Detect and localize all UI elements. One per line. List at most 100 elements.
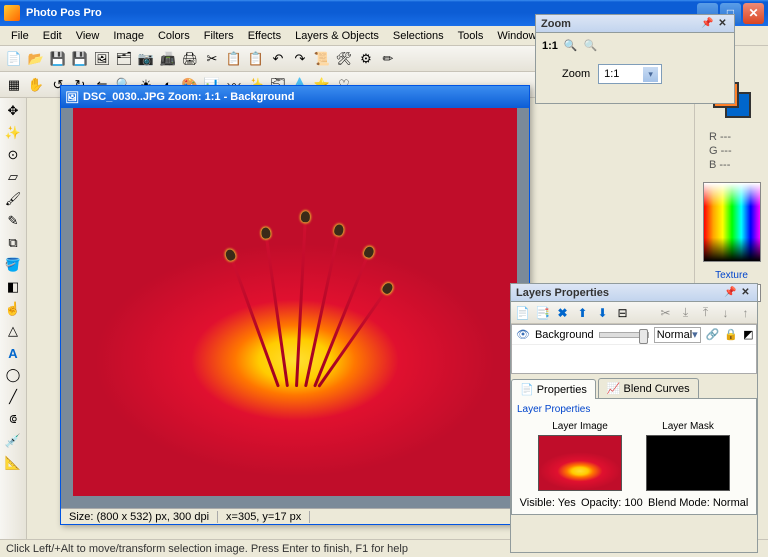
visibility-icon[interactable]: 👁 (516, 328, 530, 341)
grid-icon[interactable]: ▦ (4, 75, 24, 95)
paste-icon[interactable]: 📋 (246, 49, 266, 69)
menu-colors[interactable]: Colors (151, 28, 197, 44)
layer-list[interactable]: 👁 Background Normal▾ 🔗 🔒 ◩ (511, 324, 757, 374)
panel-close-icon[interactable]: ✕ (739, 286, 752, 299)
layers-panel-header[interactable]: Layers Properties 📌 ✕ (511, 284, 757, 302)
print-icon[interactable]: 🖨 (180, 49, 200, 69)
tab-properties[interactable]: 📄Properties (511, 379, 596, 399)
layers-panel: Layers Properties 📌 ✕ 📄 📑 ✖ ⬆ ⬇ ⊟ ✂ ⤓ ⤒ … (510, 283, 758, 553)
layer-row[interactable]: 👁 Background Normal▾ 🔗 🔒 ◩ (512, 325, 756, 345)
copy-icon[interactable]: 📋 (224, 49, 244, 69)
lock-icon[interactable]: 🔒 (724, 328, 738, 341)
line-tool-icon[interactable]: ╱ (3, 387, 23, 407)
save-icon[interactable]: 💾 (48, 49, 68, 69)
move-tool-icon[interactable]: ✥ (3, 101, 23, 121)
measure-tool-icon[interactable]: 📐 (3, 453, 23, 473)
link-icon[interactable]: 🔗 (706, 328, 720, 341)
zoom-label: Zoom (562, 68, 590, 80)
menu-effects[interactable]: Effects (241, 28, 288, 44)
lasso-tool-icon[interactable]: ⊙ (3, 145, 23, 165)
zoom-panel: Zoom 📌 ✕ 1:1 🔍 🔍 Zoom 1:1 ▾ (535, 14, 735, 104)
zoom-out-icon[interactable]: 🔍 (584, 39, 598, 52)
document-title: DSC_0030..JPG Zoom: 1:1 - Background (83, 91, 295, 103)
dropdown-arrow-icon[interactable]: ▾ (643, 67, 658, 82)
delete-layer-icon[interactable]: ✖ (554, 304, 571, 321)
menu-layers-objects[interactable]: Layers & Objects (288, 28, 386, 44)
close-button[interactable]: ✕ (743, 3, 764, 24)
settings-icon[interactable]: ⚙ (356, 49, 376, 69)
redo-icon[interactable]: ↷ (290, 49, 310, 69)
tools-palette: ✥ ✨ ⊙ ▱ 🖌 ✎ ⧉ 🪣 ◧ ☝ △ A ◯ ╱ ⟃ 💉 📐 (0, 98, 27, 539)
move-up-icon[interactable]: ⤒ (697, 304, 714, 321)
new-icon[interactable]: 📄 (4, 49, 24, 69)
wand-tool-icon[interactable]: ✨ (3, 123, 23, 143)
crop-tool-icon[interactable]: ⟃ (3, 409, 23, 429)
brush-tool-icon[interactable]: 🖌 (3, 189, 23, 209)
hand-icon[interactable]: ✋ (26, 75, 46, 95)
open-icon[interactable]: 📂 (26, 49, 46, 69)
merge-icon[interactable]: ⊟ (614, 304, 631, 321)
tools-icon[interactable]: 🛠 (334, 49, 354, 69)
menu-view[interactable]: View (69, 28, 107, 44)
canvas[interactable] (73, 108, 517, 496)
arrow-up-icon[interactable]: ↑ (737, 304, 754, 321)
zoom-select[interactable]: 1:1 ▾ (598, 64, 662, 84)
move-down-icon[interactable]: ⤓ (677, 304, 694, 321)
fill-tool-icon[interactable]: 🪣 (3, 255, 23, 275)
smudge-tool-icon[interactable]: ☝ (3, 299, 23, 319)
layer-mask-thumbnail[interactable] (646, 435, 730, 491)
layer-tabs: 📄Properties 📈Blend Curves (511, 378, 757, 399)
menu-image[interactable]: Image (106, 28, 151, 44)
undo-icon[interactable]: ↶ (268, 49, 288, 69)
pin-icon[interactable]: 📌 (701, 17, 714, 30)
layers-panel-title: Layers Properties (516, 287, 609, 299)
camera-icon[interactable]: 📷 (136, 49, 156, 69)
layer-image-thumbnail[interactable] (538, 435, 622, 491)
layer-properties-title: Layer Properties (517, 404, 751, 415)
zoom-ratio-label: 1:1 (542, 40, 558, 52)
clone-tool-icon[interactable]: ⧉ (3, 233, 23, 253)
opacity-slider[interactable] (599, 332, 649, 338)
zoom-in-icon[interactable]: 🔍 (564, 39, 578, 52)
new-layer-icon[interactable]: 📄 (514, 304, 531, 321)
browse-icon[interactable]: 🗂 (114, 49, 134, 69)
duplicate-layer-icon[interactable]: 📑 (534, 304, 551, 321)
pencil-icon[interactable]: ✏ (378, 49, 398, 69)
arrow-down-icon[interactable]: ↓ (717, 304, 734, 321)
document-titlebar[interactable]: 🖼 DSC_0030..JPG Zoom: 1:1 - Background (61, 86, 529, 108)
template-icon[interactable]: 🖼 (92, 49, 112, 69)
eraser-tool-icon[interactable]: ▱ (3, 167, 23, 187)
layer-up-icon[interactable]: ⬆ (574, 304, 591, 321)
text-tool-icon[interactable]: A (3, 343, 23, 363)
cursor-position-readout: x=305, y=17 px (218, 511, 310, 523)
color-picker[interactable] (703, 182, 761, 262)
pencil-tool-icon[interactable]: ✎ (3, 211, 23, 231)
cut-layer-icon[interactable]: ✂ (657, 304, 674, 321)
layer-name: Background (535, 329, 594, 341)
cut-icon[interactable]: ✂ (202, 49, 222, 69)
layer-properties-body: Layer Properties Layer Image Layer Mask … (511, 399, 757, 515)
save-as-icon[interactable]: 💾 (70, 49, 90, 69)
layer-down-icon[interactable]: ⬇ (594, 304, 611, 321)
scanner-icon[interactable]: 📠 (158, 49, 178, 69)
mask-icon[interactable]: ◩ (743, 328, 753, 341)
zoom-quick-row: 1:1 🔍 🔍 (542, 39, 728, 52)
gradient-tool-icon[interactable]: ◧ (3, 277, 23, 297)
document-statusbar: Size: (800 x 532) px, 300 dpi x=305, y=1… (61, 508, 529, 524)
image-size-readout: Size: (800 x 532) px, 300 dpi (61, 511, 218, 523)
panel-close-icon[interactable]: ✕ (716, 17, 729, 30)
blend-mode-select[interactable]: Normal▾ (654, 327, 701, 343)
menu-tools[interactable]: Tools (451, 28, 491, 44)
sharpen-tool-icon[interactable]: △ (3, 321, 23, 341)
menu-selections[interactable]: Selections (386, 28, 451, 44)
tab-blend-curves[interactable]: 📈Blend Curves (598, 378, 699, 398)
texture-label: Texture (701, 270, 762, 281)
eyedropper-tool-icon[interactable]: 💉 (3, 431, 23, 451)
pin-icon[interactable]: 📌 (724, 286, 737, 299)
menu-file[interactable]: File (4, 28, 36, 44)
script-icon[interactable]: 📜 (312, 49, 332, 69)
shape-tool-icon[interactable]: ◯ (3, 365, 23, 385)
menu-edit[interactable]: Edit (36, 28, 69, 44)
zoom-panel-header[interactable]: Zoom 📌 ✕ (536, 15, 734, 33)
menu-filters[interactable]: Filters (197, 28, 241, 44)
